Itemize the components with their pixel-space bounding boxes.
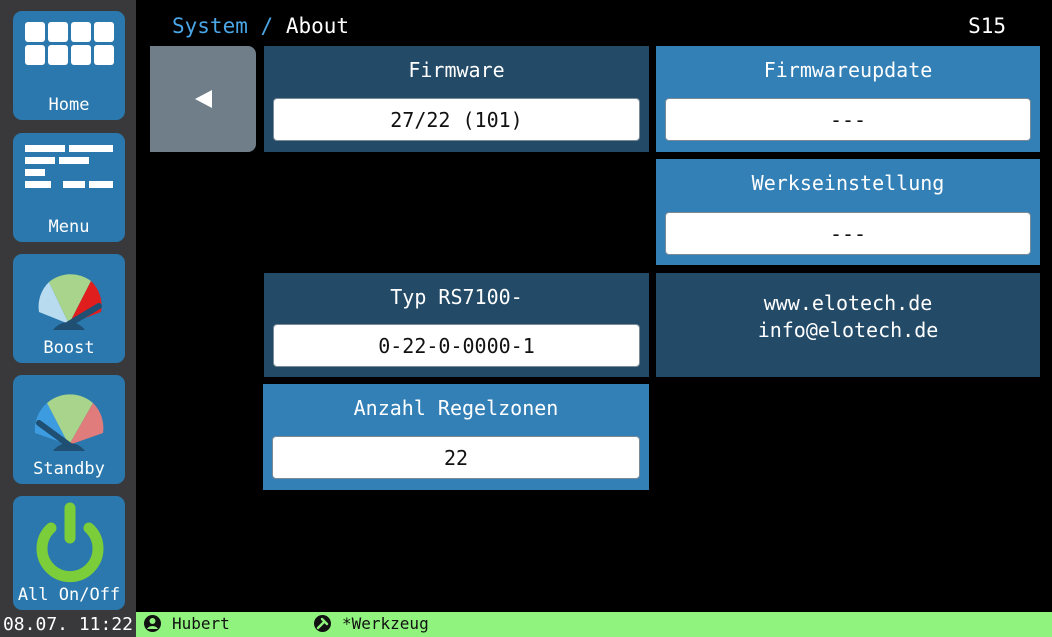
- typ-value: 0-22-0-0000-1: [273, 324, 640, 367]
- firmwareupdate-panel: Firmwareupdate ---: [656, 46, 1040, 152]
- tool-status[interactable]: *Werkzeug: [313, 614, 429, 633]
- firmwareupdate-title: Firmwareupdate: [763, 58, 933, 82]
- user-name: Hubert: [172, 614, 230, 633]
- werkseinstellung-field[interactable]: ---: [665, 212, 1031, 255]
- home-label: Home: [48, 95, 90, 115]
- regelzonen-title: Anzahl Regelzonen: [353, 396, 559, 420]
- user-icon: [144, 615, 161, 632]
- back-button[interactable]: [150, 46, 256, 152]
- typ-panel: Typ RS7100- 0-22-0-0000-1: [264, 273, 649, 377]
- breadcrumb-separator: /: [260, 14, 274, 38]
- standby-label: Standby: [33, 459, 105, 479]
- gauge-standby-icon: [34, 394, 104, 451]
- menu-button[interactable]: Menu: [13, 133, 125, 242]
- all-on-off-button[interactable]: All On/Off: [13, 496, 125, 610]
- firmware-title: Firmware: [408, 58, 505, 82]
- firmwareupdate-field[interactable]: ---: [665, 98, 1031, 141]
- werkseinstellung-panel: Werkseinstellung ---: [656, 159, 1040, 265]
- boost-button[interactable]: Boost: [13, 254, 125, 363]
- werkseinstellung-title: Werkseinstellung: [751, 171, 945, 195]
- firmware-value: 27/22 (101): [273, 98, 640, 141]
- typ-title: Typ RS7100-: [390, 285, 523, 309]
- power-icon: [36, 502, 104, 582]
- title-text: About: [285, 14, 350, 38]
- email-text: info@elotech.de: [757, 318, 939, 342]
- tool-name: *Werkzeug: [342, 614, 429, 633]
- menu-label: Menu: [48, 217, 90, 237]
- arrow-left-icon: [195, 90, 212, 108]
- breadcrumb[interactable]: System: [172, 14, 248, 38]
- header: System / About S15: [136, 0, 1052, 45]
- regelzonen-panel: Anzahl Regelzonen 22: [263, 384, 649, 490]
- grid-icon: [25, 22, 114, 65]
- standby-button[interactable]: Standby: [13, 375, 125, 484]
- datetime: 08.07. 11:22: [0, 612, 136, 637]
- menu-icon: [25, 145, 113, 188]
- user-status[interactable]: Hubert: [143, 614, 230, 633]
- page-title: System / About: [172, 14, 349, 38]
- firmware-panel: Firmware 27/22 (101): [264, 46, 649, 152]
- boost-label: Boost: [43, 338, 95, 358]
- status-bar: Hubert *Werkzeug: [136, 612, 1052, 637]
- regelzonen-value: 22: [272, 436, 640, 479]
- all-on-off-label: All On/Off: [17, 585, 121, 605]
- home-button[interactable]: Home: [13, 11, 125, 120]
- sidebar: Home Menu Boost Standby All On/Off: [0, 0, 136, 612]
- website-text: www.elotech.de: [763, 291, 933, 315]
- contact-panel: www.elotech.de info@elotech.de: [656, 273, 1040, 377]
- screen-id: S15: [968, 14, 1006, 38]
- gauge-boost-icon: [38, 274, 102, 330]
- tool-icon: [314, 615, 331, 632]
